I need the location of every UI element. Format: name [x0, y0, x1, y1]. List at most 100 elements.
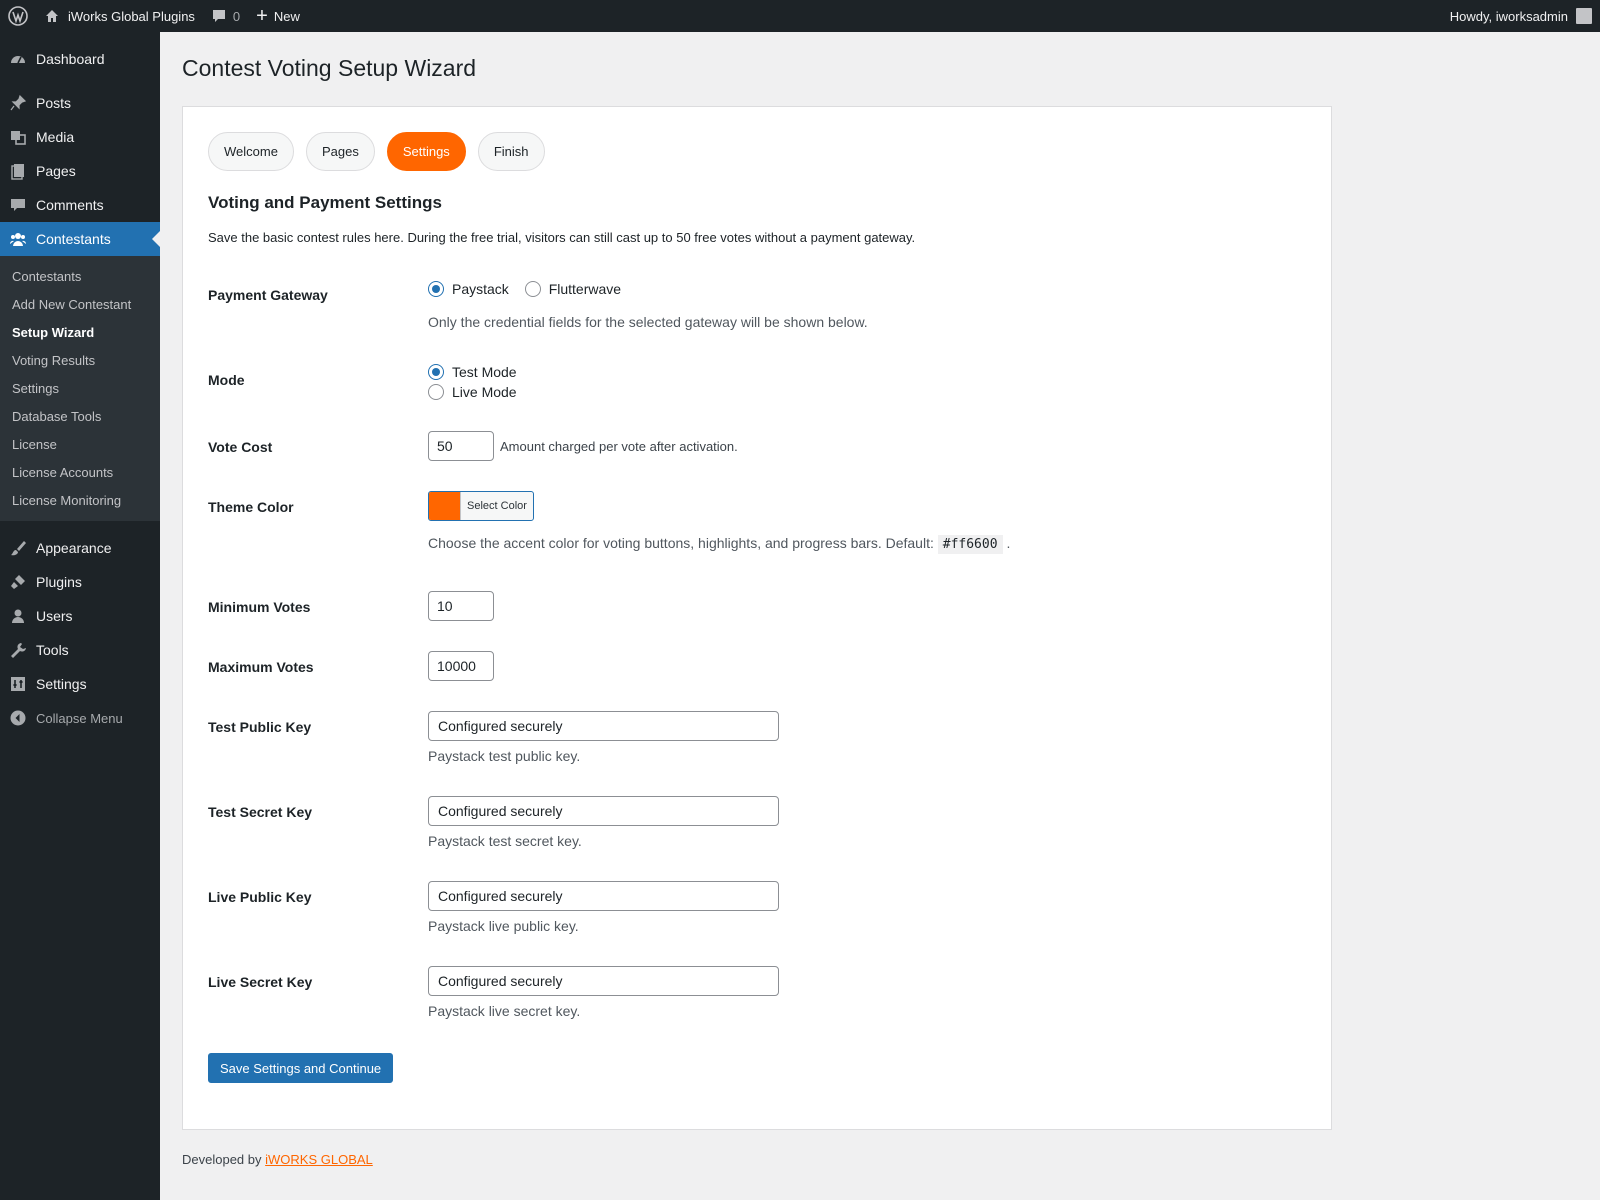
site-name-link[interactable]: iWorks Global Plugins — [36, 0, 203, 32]
live-secret-key-label: Live Secret Key — [208, 974, 313, 990]
menu-item-posts[interactable]: Posts — [0, 86, 160, 120]
test-public-key-field: Paystack test public key. — [428, 711, 779, 764]
menu-item-comments[interactable]: Comments — [0, 188, 160, 222]
color-picker-button[interactable]: Select Color — [428, 491, 534, 521]
comment-icon — [211, 8, 227, 24]
submenu-item-voting-results[interactable]: Voting Results — [0, 347, 160, 375]
page-title: Contest Voting Setup Wizard — [182, 55, 477, 81]
menu-label: Users — [36, 608, 73, 624]
submenu-item-license-accounts[interactable]: License Accounts — [0, 459, 160, 487]
submenu-item-setup-wizard[interactable]: Setup Wizard — [0, 319, 160, 347]
vote-cost-description: Amount charged per vote after activation… — [500, 438, 738, 454]
submenu-item-database-tools[interactable]: Database Tools — [0, 403, 160, 431]
menu-item-tools[interactable]: Tools — [0, 633, 160, 667]
live-public-key-description: Paystack live public key. — [428, 918, 579, 934]
menu-label: Comments — [36, 197, 104, 213]
test-secret-key-input[interactable] — [428, 796, 779, 826]
collapse-arrow-icon — [8, 708, 28, 728]
comment-icon — [8, 195, 28, 215]
radio-live-mode[interactable]: Live Mode — [428, 382, 517, 402]
menu-label: Settings — [36, 676, 87, 692]
radio-flutterwave[interactable]: Flutterwave — [524, 281, 621, 297]
menu-item-settings[interactable]: Settings — [0, 667, 160, 701]
submenu-item-license-monitoring[interactable]: License Monitoring — [0, 487, 160, 515]
menu-label: Appearance — [36, 540, 112, 556]
new-label: New — [273, 8, 300, 24]
vote-cost-input[interactable] — [428, 431, 494, 461]
menu-item-media[interactable]: Media — [0, 120, 160, 154]
menu-item-contestants[interactable]: Contestants — [0, 222, 160, 256]
menu-item-dashboard[interactable]: Dashboard — [0, 42, 160, 76]
save-settings-button[interactable]: Save Settings and Continue — [208, 1053, 394, 1083]
radio-button[interactable] — [428, 384, 444, 400]
maximum-votes-label: Maximum Votes — [208, 659, 314, 675]
admin-bar: iWorks Global Plugins 0 + New Howdy, iwo… — [0, 0, 1600, 32]
mode-field: Test Mode Live Mode — [428, 362, 517, 402]
new-content-link[interactable]: + New — [248, 0, 308, 32]
radio-paystack[interactable]: Paystack — [428, 281, 509, 297]
radio-button[interactable] — [524, 281, 541, 297]
live-secret-key-description: Paystack live secret key. — [428, 1003, 581, 1019]
submenu-item-license[interactable]: License — [0, 431, 160, 459]
live-public-key-input[interactable] — [428, 881, 779, 911]
wizard-card: Welcome Pages Settings Finish Voting and… — [182, 106, 1332, 1130]
vote-cost-field: Amount charged per vote after activation… — [428, 431, 738, 461]
theme-color-desc-trailing: . — [1006, 535, 1011, 551]
comments-link[interactable]: 0 — [203, 0, 248, 32]
mode-label: Mode — [208, 372, 245, 388]
test-public-key-input[interactable] — [428, 711, 779, 741]
submenu-item-contestants[interactable]: Contestants — [0, 263, 160, 291]
menu-item-plugins[interactable]: Plugins — [0, 565, 160, 599]
section-title: Voting and Payment Settings — [208, 193, 442, 212]
menu-item-users[interactable]: Users — [0, 599, 160, 633]
plugin-icon — [8, 572, 28, 592]
radio-button[interactable] — [428, 364, 444, 380]
menu-item-pages[interactable]: Pages — [0, 154, 160, 188]
wizard-steps: Welcome Pages Settings Finish — [208, 132, 545, 171]
select-color-label: Select Color — [460, 492, 533, 520]
submenu-item-settings[interactable]: Settings — [0, 375, 160, 403]
step-settings[interactable]: Settings — [386, 132, 466, 171]
color-swatch — [429, 492, 460, 520]
step-finish[interactable]: Finish — [477, 132, 545, 171]
menu-label: Media — [36, 129, 75, 145]
theme-color-field: Select Color Choose the accent color for… — [428, 491, 1011, 554]
payment-gateway-description: Only the credential fields for the selec… — [428, 314, 868, 330]
footer-link[interactable]: iWORKS GLOBAL — [265, 1152, 373, 1167]
default-color-code: #ff6600 — [937, 535, 1003, 554]
test-public-key-description: Paystack test public key. — [428, 748, 581, 764]
admin-sidebar: Dashboard Posts Media Pages Comments Con… — [0, 32, 160, 1200]
step-pages[interactable]: Pages — [305, 132, 375, 171]
wordpress-logo-icon[interactable] — [0, 0, 36, 32]
radio-test-mode[interactable]: Test Mode — [428, 362, 517, 382]
radio-label: Paystack — [452, 281, 509, 297]
menu-label: Plugins — [36, 574, 82, 590]
payment-gateway-label: Payment Gateway — [208, 287, 328, 303]
submenu-item-add-new-contestant[interactable]: Add New Contestant — [0, 291, 160, 319]
live-public-key-label: Live Public Key — [208, 889, 312, 905]
maximum-votes-field — [428, 651, 494, 681]
site-name: iWorks Global Plugins — [68, 8, 195, 24]
step-welcome[interactable]: Welcome — [208, 132, 294, 171]
main-content: Contest Voting Setup Wizard Welcome Page… — [182, 32, 1582, 1167]
test-secret-key-field: Paystack test secret key. — [428, 796, 779, 849]
my-account-link[interactable]: Howdy, iworksadmin — [1442, 0, 1600, 32]
menu-item-appearance[interactable]: Appearance — [0, 531, 160, 565]
live-public-key-field: Paystack live public key. — [428, 881, 779, 934]
live-secret-key-field: Paystack live secret key. — [428, 966, 779, 1019]
collapse-menu-button[interactable]: Collapse Menu — [0, 701, 160, 735]
comments-count: 0 — [232, 8, 241, 24]
wrench-icon — [8, 640, 28, 660]
media-icon — [8, 127, 28, 147]
settings-icon — [8, 674, 28, 694]
radio-label: Live Mode — [452, 384, 517, 400]
menu-label: Pages — [36, 163, 76, 179]
home-icon — [44, 8, 60, 24]
maximum-votes-input[interactable] — [428, 651, 494, 681]
minimum-votes-input[interactable] — [428, 591, 494, 621]
test-secret-key-label: Test Secret Key — [208, 804, 313, 820]
minimum-votes-label: Minimum Votes — [208, 599, 311, 615]
live-secret-key-input[interactable] — [428, 966, 779, 996]
test-public-key-label: Test Public Key — [208, 719, 312, 735]
radio-button[interactable] — [428, 281, 444, 297]
